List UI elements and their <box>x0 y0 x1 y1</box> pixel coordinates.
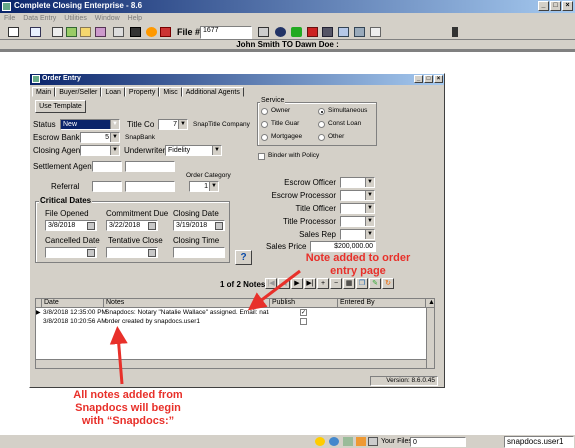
current-user: snapdocs.user1 <box>504 436 574 448</box>
network-icon[interactable] <box>343 437 353 446</box>
your-files-count: 0 <box>410 437 466 447</box>
status-bar: Your Files 0 snapdocs.user1 <box>0 434 575 448</box>
arrow-to-note-text <box>109 326 128 385</box>
lightbulb-icon[interactable] <box>315 437 325 446</box>
annotation-note-added: Note added to order entry page <box>305 252 411 277</box>
warning-icon[interactable] <box>356 437 366 446</box>
annotation-snapdocs-prefix: All notes added from Snapdocs will begin… <box>73 389 183 427</box>
annotation-arrows <box>109 269 301 385</box>
help-icon[interactable] <box>329 437 339 446</box>
files-icon[interactable] <box>368 437 378 446</box>
your-files-label: Your Files <box>381 438 412 445</box>
